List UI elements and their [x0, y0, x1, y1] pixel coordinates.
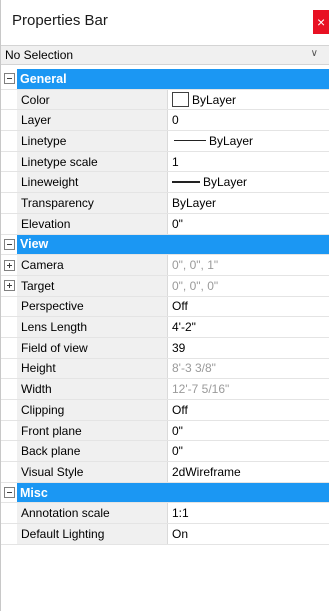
- properties-panel: Properties Bar × No Selection ∨ General …: [0, 0, 329, 611]
- property-row-width[interactable]: Width 12'-7 5/16": [1, 379, 329, 400]
- property-row-perspective[interactable]: Perspective Off: [1, 296, 329, 318]
- property-name: Clipping: [17, 400, 168, 420]
- lineweight-sample-icon: [172, 181, 200, 184]
- property-value[interactable]: On: [168, 524, 329, 544]
- property-row-back-plane[interactable]: Back plane 0": [1, 441, 329, 463]
- property-value-text: ByLayer: [192, 92, 237, 107]
- panel-title: Properties Bar: [12, 12, 108, 29]
- property-value-lineweight[interactable]: ByLayer: [168, 172, 329, 193]
- property-value: 8'-3 3/8": [168, 358, 329, 379]
- property-name: Visual Style: [17, 462, 168, 482]
- collapse-icon[interactable]: [3, 238, 15, 250]
- collapse-icon[interactable]: [3, 487, 15, 499]
- property-row-lens-length[interactable]: Lens Length 4'-2": [1, 317, 329, 338]
- property-row-lineweight[interactable]: Lineweight ByLayer: [1, 172, 329, 194]
- property-row-layer[interactable]: Layer 0: [1, 110, 329, 132]
- property-row-front-plane[interactable]: Front plane 0": [1, 420, 329, 442]
- title-bar: Properties Bar ×: [1, 0, 329, 41]
- property-name: Default Lighting: [17, 524, 168, 544]
- property-row-field-of-view[interactable]: Field of view 39: [1, 337, 329, 359]
- property-row-transparency[interactable]: Transparency ByLayer: [1, 193, 329, 214]
- expand-icon[interactable]: [3, 280, 15, 292]
- property-name: Layer: [17, 110, 168, 131]
- selection-dropdown[interactable]: No Selection ∨: [1, 45, 329, 65]
- property-value-color[interactable]: ByLayer: [168, 89, 329, 110]
- category-row-view[interactable]: View: [1, 234, 329, 256]
- property-name: Lineweight: [17, 172, 168, 193]
- property-value[interactable]: 1: [168, 151, 329, 172]
- property-row-target[interactable]: Target 0", 0", 0": [1, 275, 329, 297]
- property-name: Target: [17, 275, 168, 296]
- property-value[interactable]: Off: [168, 296, 329, 317]
- property-value-linetype[interactable]: ByLayer: [168, 131, 329, 151]
- property-value[interactable]: 4'-2": [168, 317, 329, 337]
- property-name: Back plane: [17, 441, 168, 462]
- property-row-linetype-scale[interactable]: Linetype scale 1: [1, 151, 329, 173]
- property-value[interactable]: 39: [168, 337, 329, 358]
- property-row-color[interactable]: Color ByLayer: [1, 89, 329, 111]
- property-name: Lens Length: [17, 317, 168, 337]
- property-name: Color: [17, 89, 168, 110]
- property-value-text: ByLayer: [209, 133, 254, 148]
- property-row-clipping[interactable]: Clipping Off: [1, 400, 329, 421]
- property-name: Linetype: [17, 131, 168, 151]
- property-name: Transparency: [17, 193, 168, 213]
- property-row-visual-style[interactable]: Visual Style 2dWireframe: [1, 462, 329, 483]
- chevron-down-icon: ∨: [310, 48, 318, 59]
- property-name: Annotation scale: [17, 503, 168, 524]
- property-name: Height: [17, 358, 168, 379]
- close-icon: ×: [317, 14, 326, 30]
- property-value: 12'-7 5/16": [168, 379, 329, 399]
- linetype-sample-icon: [174, 140, 206, 142]
- property-row-elevation[interactable]: Elevation 0": [1, 213, 329, 235]
- property-grid: General Color ByLayer Layer 0 Linetype B…: [1, 69, 329, 545]
- property-name: Front plane: [17, 420, 168, 441]
- property-value[interactable]: 0": [168, 420, 329, 441]
- property-row-default-lighting[interactable]: Default Lighting On: [1, 524, 329, 545]
- property-value[interactable]: 1:1: [168, 503, 329, 524]
- property-row-camera[interactable]: Camera 0", 0", 1": [1, 255, 329, 276]
- selection-value: No Selection: [5, 48, 74, 62]
- property-name: Linetype scale: [17, 151, 168, 172]
- expand-icon[interactable]: [3, 259, 15, 271]
- close-button[interactable]: ×: [313, 10, 329, 34]
- property-value[interactable]: 0: [168, 110, 329, 131]
- property-value-text: ByLayer: [203, 175, 248, 190]
- category-row-general[interactable]: General: [1, 69, 329, 90]
- property-row-height[interactable]: Height 8'-3 3/8": [1, 358, 329, 380]
- property-row-annotation-scale[interactable]: Annotation scale 1:1: [1, 503, 329, 525]
- category-label: Misc: [17, 482, 329, 503]
- property-value[interactable]: ByLayer: [168, 193, 329, 213]
- property-name: Perspective: [17, 296, 168, 317]
- property-value: 0", 0", 0": [168, 275, 329, 296]
- category-label: View: [17, 234, 329, 255]
- category-label: General: [17, 69, 329, 89]
- property-value[interactable]: 2dWireframe: [168, 462, 329, 482]
- property-value[interactable]: 0": [168, 441, 329, 462]
- property-name: Elevation: [17, 213, 168, 234]
- property-value: 0", 0", 1": [168, 255, 329, 275]
- property-name: Width: [17, 379, 168, 399]
- property-value[interactable]: 0": [168, 213, 329, 234]
- category-row-misc[interactable]: Misc: [1, 482, 329, 504]
- collapse-icon[interactable]: [3, 73, 15, 85]
- property-name: Camera: [17, 255, 168, 275]
- property-name: Field of view: [17, 337, 168, 358]
- color-swatch-icon: [172, 92, 189, 108]
- property-value[interactable]: Off: [168, 400, 329, 420]
- property-row-linetype[interactable]: Linetype ByLayer: [1, 131, 329, 152]
